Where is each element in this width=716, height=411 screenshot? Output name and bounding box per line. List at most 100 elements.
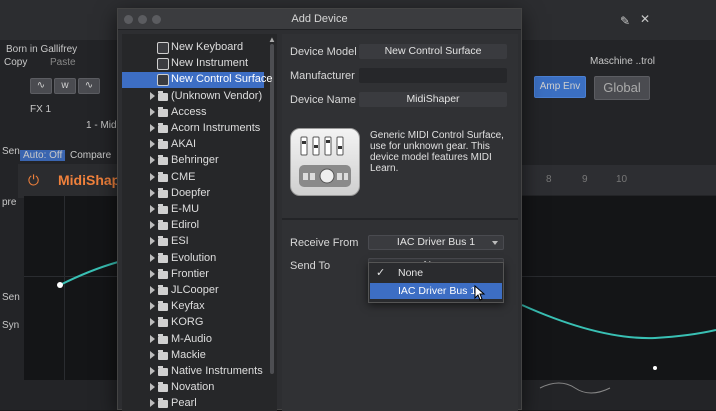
vendor-folder-item[interactable]: E-MU bbox=[122, 202, 264, 218]
device-list-label: New Control Surface bbox=[171, 73, 273, 86]
caret-right-icon[interactable] bbox=[150, 140, 155, 149]
caret-right-icon[interactable] bbox=[150, 350, 155, 359]
chevron-down-icon bbox=[492, 241, 498, 245]
folder-icon bbox=[158, 285, 168, 295]
caret-right-icon[interactable] bbox=[150, 253, 155, 262]
device-list-label: Novation bbox=[171, 381, 215, 394]
panel-separator bbox=[282, 218, 518, 220]
vendor-folder-item[interactable]: Keyfax bbox=[122, 299, 264, 315]
device-list-label: Pearl bbox=[171, 397, 197, 410]
device-list-label: Evolution bbox=[171, 251, 217, 264]
vendor-folder-item[interactable]: Edirol bbox=[122, 218, 264, 234]
instrument-icon bbox=[157, 58, 169, 71]
device-template-item[interactable]: New Control Surface bbox=[122, 72, 273, 89]
vendor-folder-item[interactable]: Native Instruments bbox=[122, 364, 264, 380]
folder-icon bbox=[158, 187, 168, 198]
vendor-folder-item[interactable]: CME bbox=[122, 170, 264, 186]
device-name-field[interactable]: MidiShaper bbox=[359, 92, 507, 107]
folder-icon bbox=[158, 123, 168, 133]
vendor-folder-item[interactable]: Frontier bbox=[122, 267, 264, 283]
device-template-item[interactable]: New Instrument bbox=[122, 56, 264, 72]
folder-icon bbox=[158, 236, 168, 247]
device-list-label: ESI bbox=[171, 235, 189, 248]
vendor-folder-item[interactable]: Evolution bbox=[122, 251, 264, 267]
caret-right-icon[interactable] bbox=[150, 221, 155, 230]
vendor-folder-item[interactable]: Mackie bbox=[122, 348, 264, 364]
device-list-scrollbar[interactable] bbox=[270, 44, 274, 374]
folder-icon bbox=[158, 252, 168, 263]
send-to-label: Send To bbox=[290, 260, 331, 272]
mouse-cursor-icon bbox=[474, 285, 486, 301]
dialog-titlebar[interactable]: Add Device bbox=[118, 9, 521, 30]
device-model-label: Device Model bbox=[290, 46, 357, 58]
vendor-folder-item[interactable]: ESI bbox=[122, 234, 264, 250]
add-device-dialog: Add Device ▲ New Keyboard New Instrument N… bbox=[117, 8, 522, 411]
folder-icon bbox=[158, 139, 168, 150]
folder-icon bbox=[158, 220, 168, 231]
folder-icon bbox=[158, 90, 168, 101]
device-list[interactable]: ▲ New Keyboard New Instrument New Control … bbox=[122, 34, 277, 411]
caret-right-icon[interactable] bbox=[150, 188, 155, 197]
control-surface-icon bbox=[290, 128, 360, 196]
device-list-label: Access bbox=[171, 105, 207, 118]
device-list-label: AKAI bbox=[171, 138, 197, 151]
caret-right-icon[interactable] bbox=[150, 286, 155, 294]
device-model-field[interactable]: New Control Surface bbox=[359, 44, 507, 59]
folder-icon bbox=[158, 106, 168, 117]
caret-right-icon[interactable] bbox=[150, 107, 155, 116]
vendor-folder-item[interactable]: Doepfer bbox=[122, 186, 264, 202]
vendor-folder-item[interactable]: Acorn Instruments bbox=[122, 121, 264, 137]
device-template-item[interactable]: New Keyboard bbox=[122, 40, 264, 56]
device-list-label: Behringer bbox=[171, 154, 219, 167]
receive-from-select[interactable]: IAC Driver Bus 1 bbox=[368, 235, 504, 250]
scroll-up-icon[interactable]: ▲ bbox=[268, 35, 276, 44]
device-list-label: Edirol bbox=[171, 219, 200, 232]
vendor-folder-item[interactable]: AKAI bbox=[122, 137, 264, 153]
folder-icon bbox=[158, 204, 168, 214]
caret-right-icon[interactable] bbox=[150, 269, 155, 278]
vendor-folder-item[interactable]: Access bbox=[122, 105, 264, 121]
caret-right-icon[interactable] bbox=[150, 156, 155, 165]
caret-right-icon[interactable] bbox=[150, 91, 155, 100]
device-list-label: E-MU bbox=[171, 203, 200, 215]
device-list-label: Acorn Instruments bbox=[171, 122, 261, 134]
vendor-folder-item[interactable]: KORG bbox=[122, 315, 264, 331]
folder-icon bbox=[158, 268, 168, 279]
caret-right-icon[interactable] bbox=[150, 367, 155, 375]
caret-right-icon[interactable] bbox=[150, 172, 155, 181]
vendor-folder-item[interactable]: (Unknown Vendor) bbox=[122, 89, 264, 105]
keyboard-icon bbox=[157, 42, 169, 54]
device-list-label: M-Audio bbox=[171, 332, 212, 345]
device-name-label: Device Name bbox=[290, 94, 357, 106]
control-surface-icon bbox=[157, 74, 169, 87]
device-list-label: Keyfax bbox=[171, 300, 205, 313]
receive-from-label: Receive From bbox=[290, 237, 359, 249]
caret-right-icon[interactable] bbox=[150, 124, 155, 132]
send-to-option-none[interactable]: ✓ None bbox=[370, 265, 502, 281]
folder-icon bbox=[158, 366, 168, 376]
manufacturer-field[interactable] bbox=[359, 68, 507, 83]
vendor-folder-item[interactable]: Novation bbox=[122, 380, 264, 396]
folder-icon bbox=[158, 301, 168, 312]
device-list-label: Doepfer bbox=[171, 186, 211, 199]
caret-right-icon[interactable] bbox=[150, 334, 155, 343]
device-list-label: New Instrument bbox=[171, 57, 249, 70]
device-list-label: New Keyboard bbox=[171, 41, 244, 53]
receive-from-value: IAC Driver Bus 1 bbox=[396, 236, 476, 248]
vendor-folder-item[interactable]: M-Audio bbox=[122, 332, 264, 348]
caret-right-icon[interactable] bbox=[150, 302, 155, 311]
dialog-title: Add Device bbox=[291, 13, 348, 25]
caret-right-icon[interactable] bbox=[150, 237, 155, 246]
folder-icon bbox=[158, 155, 168, 166]
caret-right-icon[interactable] bbox=[150, 318, 155, 327]
caret-right-icon[interactable] bbox=[150, 399, 155, 408]
device-description: Generic MIDI Control Surface, use for un… bbox=[370, 130, 504, 174]
vendor-folder-item[interactable]: JLCooper bbox=[122, 283, 264, 299]
device-list-label: Frontier bbox=[171, 267, 209, 280]
folder-icon bbox=[158, 333, 168, 344]
caret-right-icon[interactable] bbox=[150, 383, 155, 392]
caret-right-icon[interactable] bbox=[150, 205, 155, 213]
vendor-folder-item[interactable]: Behringer bbox=[122, 153, 264, 169]
vendor-folder-item[interactable]: Pearl bbox=[122, 396, 264, 411]
manufacturer-label: Manufacturer bbox=[290, 70, 355, 82]
